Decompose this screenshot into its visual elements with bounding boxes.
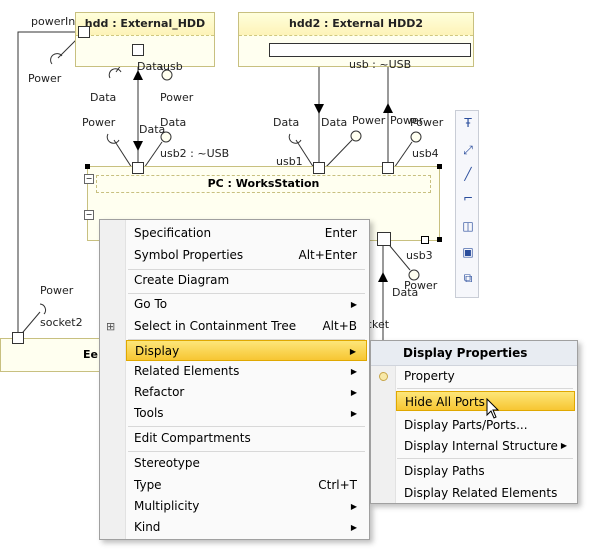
hdd2-bar-port[interactable] [269, 43, 471, 57]
label-usb: usb [163, 60, 183, 73]
part-left-partial-title: Ee [83, 348, 98, 361]
layout-icon[interactable]: ⧉ [459, 269, 477, 287]
menu-item-multiplicity[interactable]: Multiplicity ▶ [126, 496, 367, 517]
note-icon[interactable]: ⌐ [459, 189, 477, 207]
line-icon[interactable]: ╱ [459, 165, 477, 183]
chevron-right-icon: ▶ [350, 300, 357, 309]
menu-item-stereotype[interactable]: Stereotype [126, 453, 367, 474]
context-menu: Specification Enter Symbol Properties Al… [99, 219, 370, 540]
collapse-icon[interactable]: − [84, 174, 94, 184]
label-data: Data [273, 116, 300, 129]
label-power: Power [160, 91, 194, 104]
menu-separator [128, 451, 365, 452]
menu-item-select-in-containment-tree[interactable]: ⊞ Select in Containment Tree Alt+B [106, 316, 367, 337]
menu-item-edit-compartments[interactable]: Edit Compartments [126, 428, 367, 449]
chevron-right-icon: ▶ [350, 523, 357, 532]
chevron-right-icon: ▶ [350, 502, 357, 511]
selection-handle[interactable] [437, 237, 442, 242]
port-usb3-handle[interactable] [421, 236, 429, 244]
menu-item-type[interactable]: Type Ctrl+T [126, 475, 367, 496]
port-powerIn[interactable] [78, 26, 90, 38]
menu-item-kind[interactable]: Kind ▶ [126, 517, 367, 538]
menu-item-related-elements[interactable]: Related Elements ▶ [126, 361, 367, 382]
collapse-icon[interactable]: − [84, 210, 94, 220]
port-usb3[interactable] [377, 232, 391, 246]
connector-icon[interactable]: ⤢ [459, 141, 477, 159]
label-usb3: usb3 [406, 249, 433, 262]
chevron-right-icon: ▶ [350, 367, 357, 376]
part-hdd2-title: hdd2 : External HDD2 [239, 13, 473, 36]
submenu-item-display-internal-structure[interactable]: Display Internal Structure ▶ [396, 436, 575, 456]
port-hdd-usb[interactable] [132, 44, 144, 56]
label-usb4: usb4 [412, 147, 439, 160]
label-usb2: usb2 : ~USB [160, 147, 230, 160]
chevron-right-icon: ▶ [350, 388, 357, 397]
text-format-icon[interactable]: Ŧ [459, 114, 477, 132]
part-hdd-title: hdd : External_HDD [76, 13, 214, 36]
menu-item-refactor[interactable]: Refactor ▶ [126, 382, 367, 403]
mouse-cursor-icon [486, 398, 500, 419]
port-usb2[interactable] [132, 162, 144, 174]
label-data: Data [139, 123, 166, 136]
chevron-right-icon: ▶ [349, 347, 356, 356]
property-icon [379, 372, 388, 381]
label-power: Power [352, 114, 386, 127]
menu-gutter [100, 220, 126, 539]
menu-item-create-diagram[interactable]: Create Diagram [126, 270, 367, 291]
part-icon[interactable]: ◫ [459, 217, 477, 235]
label-power: Power [82, 116, 116, 129]
port-socket2[interactable] [12, 332, 24, 344]
chevron-right-icon: ▶ [350, 409, 357, 418]
submenu-item-display-related-elements[interactable]: Display Related Elements [396, 483, 575, 503]
menu-item-tools[interactable]: Tools ▶ [126, 403, 367, 424]
display-submenu: Display Properties Property Hide All Por… [370, 340, 578, 504]
display-icon[interactable]: ▣ [459, 243, 477, 261]
menu-item-specification[interactable]: Specification Enter [126, 223, 367, 244]
port-usb4[interactable] [382, 162, 394, 174]
chevron-right-icon: ▶ [560, 441, 567, 450]
port-usb1[interactable] [313, 162, 325, 174]
submenu-item-display-paths[interactable]: Display Paths [396, 461, 575, 481]
label-data: Data [137, 60, 164, 73]
label-power: Power [28, 72, 62, 85]
part-hdd[interactable]: hdd : External_HDD [75, 12, 215, 67]
smart-manipulator-toolbar: Ŧ ⤢ ╱ ⌐ ◫ ▣ ⧉ [455, 110, 479, 298]
label-data: Data [321, 116, 348, 129]
label-usb1: usb1 [276, 155, 303, 168]
menu-item-symbol-properties[interactable]: Symbol Properties Alt+Enter [126, 245, 367, 266]
label-data: Data [392, 286, 419, 299]
menu-separator [397, 458, 573, 459]
submenu-header: Display Properties [371, 341, 577, 366]
tree-icon: ⊞ [106, 320, 116, 333]
label-powerIn: powerIn [31, 15, 76, 28]
selection-handle[interactable] [85, 164, 90, 169]
menu-separator [128, 426, 365, 427]
submenu-item-property[interactable]: Property [379, 366, 575, 386]
selection-handle[interactable] [437, 164, 442, 169]
menu-item-go-to[interactable]: Go To ▶ [126, 294, 367, 315]
label-power: Power [40, 284, 74, 297]
menu-separator [397, 388, 573, 389]
part-pc-title: PC : WorksStation [96, 175, 431, 193]
label-socket2: socket2 [40, 316, 83, 329]
menu-item-display[interactable]: Display ▶ [126, 340, 367, 361]
label-data: Data [90, 91, 117, 104]
label-usb-hdd2: usb : ~USB [349, 58, 412, 71]
label-power: Power [410, 116, 444, 129]
